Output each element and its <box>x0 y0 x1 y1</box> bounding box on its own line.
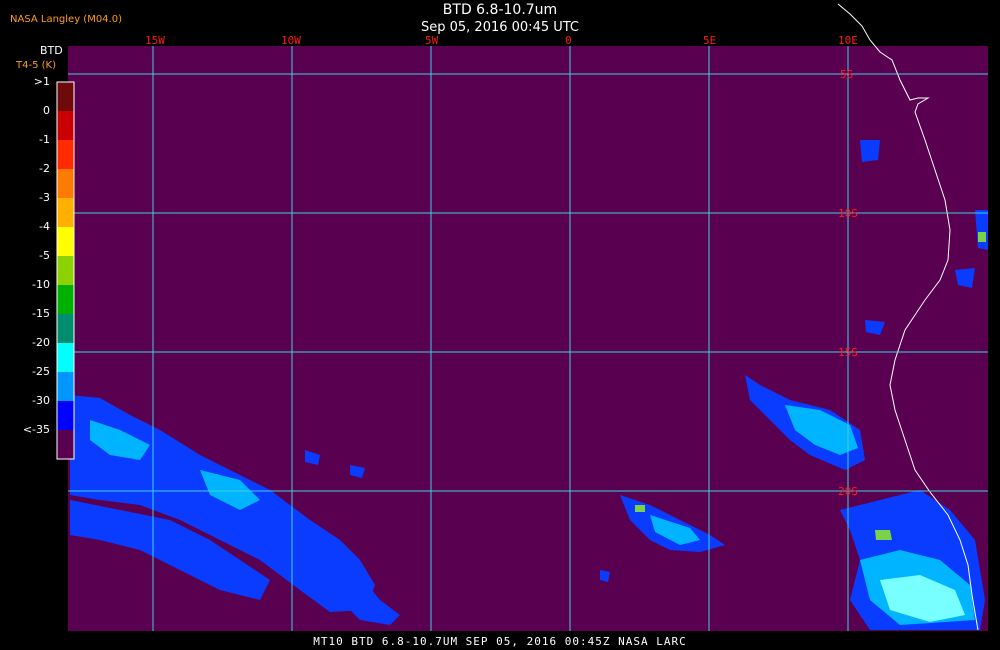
legend-title: BTD <box>40 44 63 57</box>
lon-label: 5E <box>703 34 716 47</box>
legend-swatch <box>57 343 74 372</box>
legend-tick-label: -15 <box>32 307 50 320</box>
legend-swatch <box>57 314 74 343</box>
legend-subtitle: T4-5 (K) <box>16 60 56 71</box>
lon-label: 0 <box>565 34 572 47</box>
legend-swatch <box>57 256 74 285</box>
legend-tick-label: -25 <box>32 365 50 378</box>
legend-tick-label: -20 <box>32 336 50 349</box>
satellite-map: 15W 10W 5W 0 5E 10E 5S 10S 15S 20S <box>56 3 988 631</box>
legend-tick-label: -5 <box>39 249 50 262</box>
legend-tick-label: -2 <box>39 162 50 175</box>
legend-tick-label: -1 <box>39 133 50 146</box>
legend-swatch <box>57 372 74 401</box>
legend-swatch <box>57 285 74 314</box>
lon-label: 10E <box>838 34 858 47</box>
footer-caption: MT10 BTD 6.8-10.7UM SEP 05, 2016 00:45Z … <box>313 635 687 648</box>
legend-swatch <box>57 82 74 111</box>
lat-label: 10S <box>838 207 858 220</box>
lon-label: 15W <box>145 34 165 47</box>
legend-swatch <box>57 198 74 227</box>
legend-tick-label: -10 <box>32 278 50 291</box>
lat-label: 20S <box>838 485 858 498</box>
legend-tick-label: -4 <box>39 220 50 233</box>
lon-label: 10W <box>281 34 301 47</box>
legend-tick-label: -3 <box>39 191 50 204</box>
legend-swatch <box>57 227 74 256</box>
legend-tick-label: <-35 <box>22 423 50 436</box>
legend-tick-label: 0 <box>43 104 50 117</box>
legend-swatch <box>57 430 74 459</box>
lat-label: 15S <box>838 346 858 359</box>
legend-tick-label: -30 <box>32 394 50 407</box>
legend-swatch <box>57 169 74 198</box>
legend-swatch <box>57 140 74 169</box>
legend-swatch <box>57 401 74 430</box>
legend-swatch <box>57 111 74 140</box>
lon-label: 5W <box>425 34 439 47</box>
legend-tick-label: >1 <box>33 75 50 88</box>
legend-colorbar <box>56 81 75 460</box>
lat-label: 5S <box>840 68 853 81</box>
